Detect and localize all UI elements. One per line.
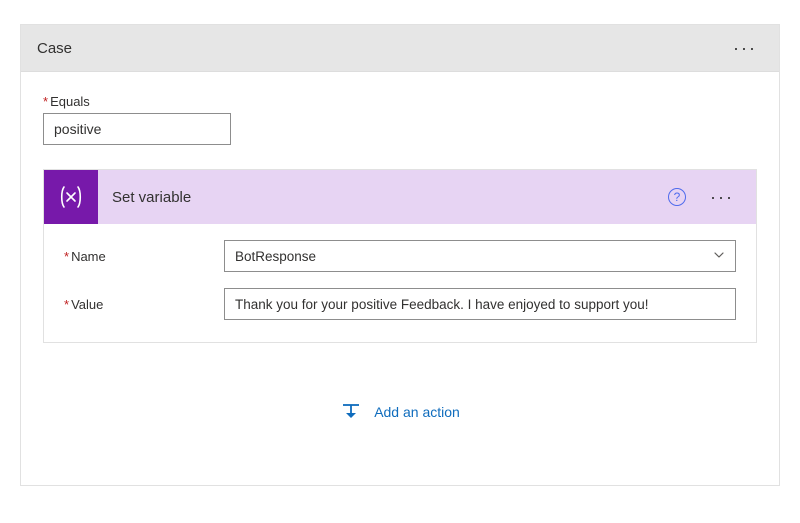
value-label: *Value bbox=[64, 297, 224, 312]
case-title: Case bbox=[37, 40, 72, 57]
value-row: *Value bbox=[64, 288, 736, 320]
case-body: *Equals Set variable ? ··· bbox=[21, 72, 779, 439]
add-action-label: Add an action bbox=[374, 404, 460, 420]
equals-input[interactable] bbox=[43, 113, 231, 145]
name-select-value: BotResponse bbox=[235, 249, 316, 264]
case-card: Case ··· *Equals Set variable ? ··· bbox=[20, 24, 780, 486]
name-row: *Name BotResponse bbox=[64, 240, 736, 272]
set-variable-header-right: ? ··· bbox=[668, 184, 756, 210]
set-variable-header[interactable]: Set variable ? ··· bbox=[44, 170, 756, 224]
required-asterisk: * bbox=[43, 94, 48, 109]
required-asterisk: * bbox=[64, 249, 69, 264]
add-action-button[interactable]: Add an action bbox=[43, 401, 757, 423]
value-input[interactable] bbox=[224, 288, 736, 320]
required-asterisk: * bbox=[64, 297, 69, 312]
name-select[interactable]: BotResponse bbox=[224, 240, 736, 272]
set-variable-title: Set variable bbox=[112, 189, 191, 206]
equals-label: *Equals bbox=[43, 94, 757, 109]
variable-icon bbox=[44, 170, 98, 224]
chevron-down-icon bbox=[713, 249, 725, 264]
name-label: *Name bbox=[64, 249, 224, 264]
case-header[interactable]: Case ··· bbox=[21, 25, 779, 72]
set-variable-body: *Name BotResponse *Value bbox=[44, 224, 756, 342]
help-icon[interactable]: ? bbox=[668, 188, 686, 206]
set-variable-card: Set variable ? ··· *Name BotResponse bbox=[43, 169, 757, 343]
add-action-icon bbox=[340, 401, 362, 423]
case-menu-icon[interactable]: ··· bbox=[729, 35, 761, 61]
set-variable-menu-icon[interactable]: ··· bbox=[706, 184, 738, 210]
